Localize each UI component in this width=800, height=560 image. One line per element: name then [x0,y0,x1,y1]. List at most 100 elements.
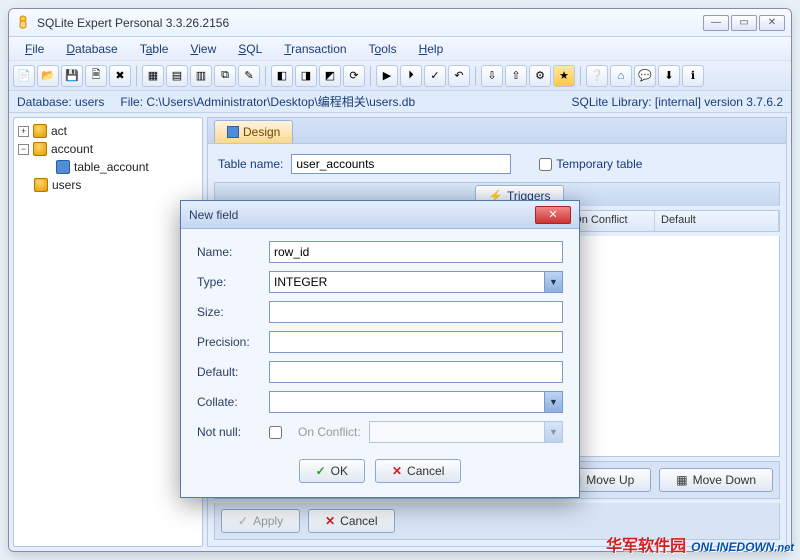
tb-check-icon[interactable]: ★ [553,65,575,87]
menu-table[interactable]: Table [130,39,179,59]
field-precision-label: Precision: [197,335,261,349]
new-field-dialog: New field ✕ Name: Type: ▼ Size: Precisio… [180,200,580,498]
field-type-label: Type: [197,275,261,289]
database-icon [33,124,47,138]
tb-sep [475,66,476,86]
grid-icon [227,126,239,138]
check-icon: ✓ [238,514,248,528]
maximize-button[interactable]: ▭ [731,15,757,31]
menubar: File Database Table View SQL Transaction… [9,37,791,61]
dialog-close-button[interactable]: ✕ [535,206,571,224]
expand-icon[interactable]: + [18,126,29,137]
tab-design[interactable]: Design [214,120,293,143]
app-icon [15,15,31,31]
tb-sql-icon[interactable]: ▶ [376,65,398,87]
field-type-combo[interactable]: ▼ [269,271,563,293]
col-default: Default [655,211,779,231]
field-default-label: Default: [197,365,261,379]
dropdown-icon[interactable]: ▼ [544,392,562,412]
field-size-row: Size: [197,301,563,323]
menu-database[interactable]: Database [56,39,127,59]
temporary-checkbox[interactable]: Temporary table [539,157,642,171]
cross-icon: ✕ [325,514,335,528]
field-collate-combo[interactable]: ▼ [269,391,563,413]
temporary-checkbox-input[interactable] [539,158,552,171]
tb-newview-icon[interactable]: ◧ [271,65,293,87]
tree-label: account [51,142,93,156]
field-size-input[interactable] [269,301,563,323]
tb-close-icon[interactable]: ✖ [109,65,131,87]
collapse-icon[interactable]: − [18,144,29,155]
minimize-button[interactable]: — [703,15,729,31]
tb-renametable-icon[interactable]: ✎ [238,65,260,87]
tb-editview-icon[interactable]: ◨ [295,65,317,87]
dropdown-icon[interactable]: ▼ [544,272,562,292]
cancel-button[interactable]: ✕Cancel [308,509,394,533]
tree-node-act[interactable]: + act [18,122,198,140]
tb-import-icon[interactable]: ⇩ [481,65,503,87]
tb-refresh-icon[interactable]: ⟳ [343,65,365,87]
tree-node-account[interactable]: − account [18,140,198,158]
tb-saveas-icon[interactable]: 🗎 [85,65,107,87]
tb-commit-icon[interactable]: ✓ [424,65,446,87]
tb-help-icon[interactable]: ❔ [586,65,608,87]
tree-label: act [51,124,67,138]
menu-file[interactable]: File [15,39,54,59]
menu-help[interactable]: Help [409,39,454,59]
field-name-row: Name: [197,241,563,263]
field-name-input[interactable] [269,241,563,263]
tb-save-icon[interactable]: 💾 [61,65,83,87]
tree-label: users [52,178,81,192]
table-name-input[interactable] [291,154,511,174]
ok-button[interactable]: ✓OK [299,459,365,483]
field-type-input[interactable] [269,271,563,293]
field-type-row: Type: ▼ [197,271,563,293]
apply-button[interactable]: ✓Apply [221,509,300,533]
tb-home-icon[interactable]: ⌂ [610,65,632,87]
tb-update-icon[interactable]: ⬇ [658,65,680,87]
field-precision-input[interactable] [269,331,563,353]
cross-icon: ✕ [392,464,402,478]
tree-label: table_account [74,160,149,174]
dialog-cancel-button[interactable]: ✕Cancel [375,459,461,483]
toolbar: 📄 📂 💾 🗎 ✖ ▦ ▤ ▥ ⧉ ✎ ◧ ◨ ◩ ⟳ ▶ ⏵ ✓ ↶ ⇩ ⇧ … [9,61,791,91]
tb-run-icon[interactable]: ⏵ [400,65,422,87]
onconflict-label: On Conflict: [298,425,361,439]
table-name-label: Table name: [218,157,283,171]
tb-open-icon[interactable]: 📂 [37,65,59,87]
field-name-label: Name: [197,245,261,259]
menu-transaction[interactable]: Transaction [274,39,356,59]
tb-sep [370,66,371,86]
field-default-input[interactable] [269,361,563,383]
database-icon [33,142,47,156]
tb-forum-icon[interactable]: 💬 [634,65,656,87]
menu-view[interactable]: View [180,39,226,59]
tb-edittable-icon[interactable]: ▤ [166,65,188,87]
field-collate-input[interactable] [269,391,563,413]
field-collate-label: Collate: [197,395,261,409]
tree-node-users[interactable]: users [18,176,198,194]
close-button[interactable]: ✕ [759,15,785,31]
tree-node-table-account[interactable]: table_account [18,158,198,176]
tb-vacuum-icon[interactable]: ⚙ [529,65,551,87]
tb-about-icon[interactable]: ℹ [682,65,704,87]
tb-copytable-icon[interactable]: ⧉ [214,65,236,87]
db-label: Database: users [17,95,104,109]
table-name-row: Table name: Temporary table [214,150,780,178]
database-icon [34,178,48,192]
tb-new-icon[interactable]: 📄 [13,65,35,87]
tb-sep [136,66,137,86]
tb-export-icon[interactable]: ⇧ [505,65,527,87]
field-notnull-checkbox[interactable] [269,426,282,439]
tb-newtable-icon[interactable]: ▦ [142,65,164,87]
tb-delview-icon[interactable]: ◩ [319,65,341,87]
dialog-titlebar[interactable]: New field ✕ [181,201,579,229]
tb-rollback-icon[interactable]: ↶ [448,65,470,87]
window-controls: — ▭ ✕ [703,15,785,31]
menu-tools[interactable]: Tools [359,39,407,59]
tb-deltable-icon[interactable]: ▥ [190,65,212,87]
check-icon: ✓ [316,464,326,478]
movedown-button[interactable]: ▦Move Down [659,468,773,492]
menu-sql[interactable]: SQL [228,39,272,59]
field-size-label: Size: [197,305,261,319]
